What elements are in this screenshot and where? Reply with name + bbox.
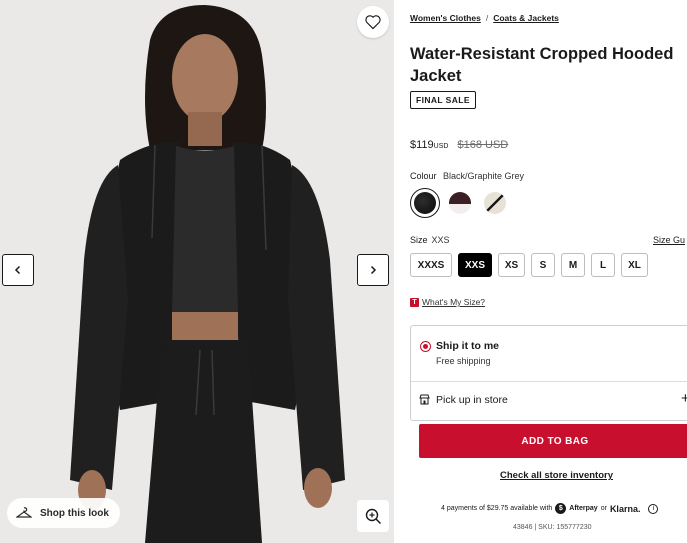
hanger-icon — [16, 507, 32, 518]
size-option-m[interactable]: M — [561, 253, 585, 277]
product-title: Water-Resistant Cropped Hooded Jacket — [410, 45, 674, 85]
swatch-cream-black-fill — [484, 192, 506, 214]
pickup-in-store-option[interactable]: Pick up in store + — [411, 382, 687, 420]
radio-selected-icon[interactable] — [420, 341, 431, 352]
size-option-xxxs[interactable]: XXXS — [410, 253, 452, 277]
breadcrumb-separator: / — [485, 13, 489, 23]
product-image-gallery: Shop this look — [0, 0, 394, 543]
chevron-right-icon — [370, 265, 377, 275]
breadcrumb-link-womens-clothes[interactable]: Women's Clothes — [410, 13, 481, 23]
add-to-bag-button[interactable]: ADD TO BAG — [419, 424, 687, 458]
breadcrumb-link-coats-jackets[interactable]: Coats & Jackets — [493, 13, 559, 23]
check-store-inventory-link[interactable]: Check all store inventory — [500, 470, 613, 481]
fulfilment-options: Ship it to me Free shipping Pick up in s… — [410, 325, 687, 421]
colour-selected-value: Black/Graphite Grey — [443, 171, 525, 181]
size-label: Size XXS — [410, 235, 450, 245]
size-heading: Size — [410, 235, 428, 245]
pickup-option-title: Pick up in store — [436, 394, 508, 406]
chevron-left-icon — [14, 265, 21, 275]
size-tool-icon: T — [410, 297, 419, 307]
ship-option-title: Ship it to me — [436, 340, 499, 352]
heart-icon — [365, 15, 381, 30]
colour-label: Colour Black/Graphite Grey — [410, 171, 524, 181]
breadcrumb: Women's Clothes / Coats & Jackets — [410, 13, 559, 23]
store-icon — [419, 394, 430, 405]
swatch-burgundy-white[interactable] — [445, 188, 475, 218]
previous-image-button[interactable] — [2, 254, 34, 286]
installments-text: 4 payments of $29.75 available with — [441, 505, 553, 512]
swatch-cream-black[interactable] — [480, 188, 510, 218]
next-image-button[interactable] — [357, 254, 389, 286]
plus-icon[interactable]: + — [681, 390, 687, 407]
whats-my-size-label: What's My Size? — [422, 297, 486, 307]
wishlist-button[interactable] — [357, 6, 389, 38]
size-guide-link[interactable]: Size Gu — [653, 235, 685, 245]
payments-or: or — [600, 505, 607, 512]
shop-this-look-button[interactable]: Shop this look — [7, 498, 120, 528]
swatch-burgundy-white-fill — [449, 192, 471, 214]
colour-swatches — [410, 188, 510, 218]
final-sale-badge: FINAL SALE — [410, 91, 476, 109]
zoom-in-icon — [365, 508, 381, 524]
afterpay-label: Afterpay — [569, 505, 598, 512]
sku-line: 43846 | SKU: 155777230 — [513, 524, 592, 531]
price-currency: USD — [433, 143, 449, 150]
swatch-black-graphite-grey[interactable] — [410, 188, 440, 218]
whats-my-size-link[interactable]: T What's My Size? — [410, 297, 485, 307]
size-option-xl[interactable]: XL — [621, 253, 648, 277]
size-option-xxs[interactable]: XXS — [458, 253, 492, 277]
swatch-black-graphite-grey-fill — [414, 192, 436, 214]
payment-options: 4 payments of $29.75 available with $ Af… — [441, 503, 659, 514]
ship-to-me-option[interactable]: Ship it to me Free shipping — [411, 326, 687, 382]
colour-heading: Colour — [410, 171, 437, 181]
shop-this-look-label: Shop this look — [40, 507, 109, 519]
size-option-xs[interactable]: XS — [498, 253, 525, 277]
size-selected-value: XXS — [431, 235, 450, 245]
current-price: $119 — [410, 139, 434, 151]
afterpay-icon: $ — [555, 503, 567, 514]
product-details: Women's Clothes / Coats & Jackets Water-… — [410, 0, 687, 543]
size-option-l[interactable]: L — [591, 253, 615, 277]
ship-option-subtitle: Free shipping — [436, 356, 491, 366]
original-price: $168 USD — [457, 139, 509, 151]
klarna-logo: Klarna. — [609, 503, 641, 514]
info-icon[interactable]: i — [648, 503, 659, 514]
size-option-s[interactable]: S — [531, 253, 555, 277]
price: $119USD $168 USD — [410, 139, 508, 151]
product-photo[interactable] — [0, 0, 394, 543]
zoom-button[interactable] — [357, 500, 389, 532]
size-options: XXXS XXS XS S M L XL — [410, 253, 648, 277]
